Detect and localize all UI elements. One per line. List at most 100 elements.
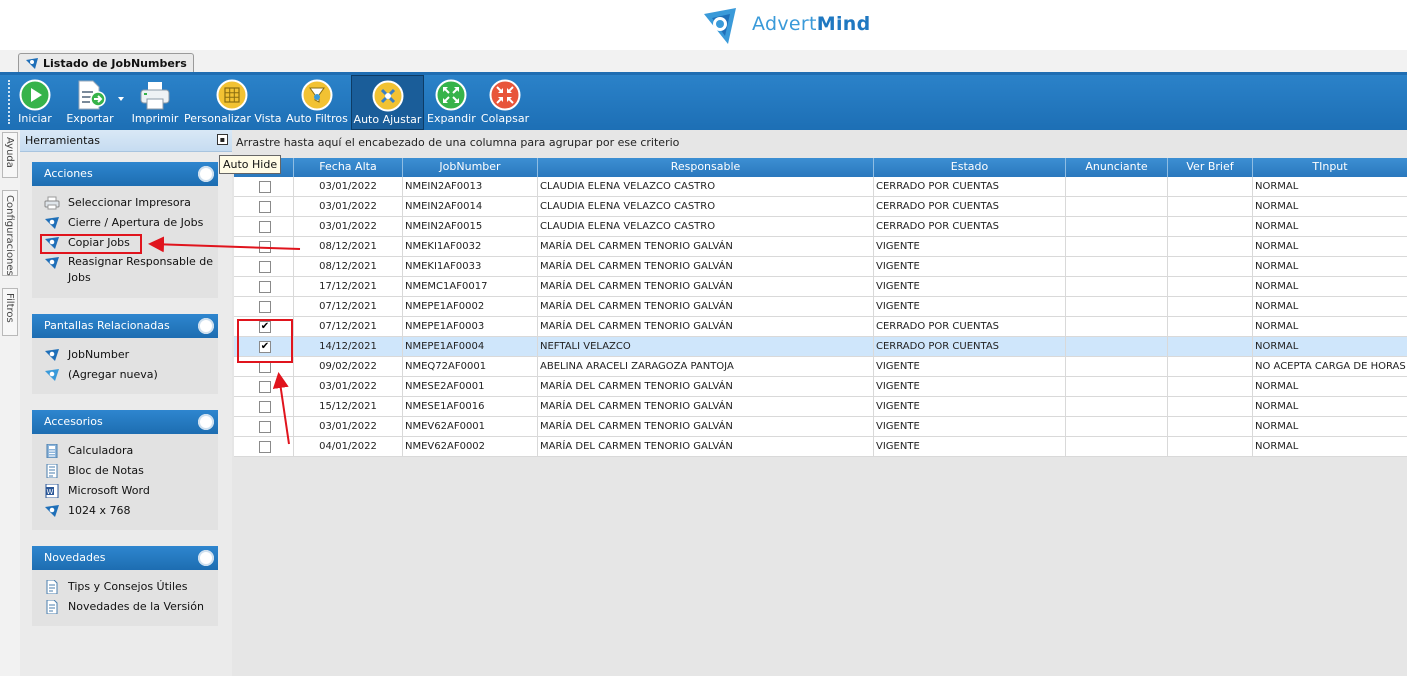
cell-resp: CLAUDIA ELENA VELAZCO CASTRO [538, 197, 874, 217]
table-row[interactable]: 04/01/2022 NMEV62AF0002 MARÍA DEL CARMEN T… [234, 437, 1407, 457]
panel-accesorios-title: Accesorios [44, 415, 103, 428]
table-row[interactable]: 03/01/2022 NMEIN2AF0013 CLAUDIA ELENA VELA… [234, 177, 1407, 197]
row-checkbox[interactable] [259, 241, 271, 253]
column-header-ver-brief[interactable]: Ver Brief [1168, 158, 1253, 177]
cell-job: NMEIN2AF0015 [403, 217, 538, 237]
row-checkbox[interactable] [259, 401, 271, 413]
table-row[interactable]: 09/02/2022 NMEQ72AF0001 ABELINA ARACELI ZA… [234, 357, 1407, 377]
group-by-drop-zone[interactable]: Arrastre hasta aquí el encabezado de una… [232, 130, 1407, 156]
collapse-panel-icon[interactable] [198, 414, 214, 430]
column-header-fecha-alta[interactable]: Fecha Alta [294, 158, 403, 177]
row-checkbox[interactable] [259, 421, 271, 433]
cell-empty [1168, 217, 1253, 237]
panel-accesorios-header[interactable]: Accesorios [32, 410, 218, 434]
collapse-panel-icon[interactable] [198, 318, 214, 334]
tab-listado-jobnumbers[interactable]: Listado de JobNumbers [18, 53, 194, 73]
cell-tinput: NORMAL [1255, 301, 1299, 312]
panel-novedades-header[interactable]: Novedades [32, 546, 218, 570]
action-reasignar-responsable[interactable]: Reasignar Responsable de Jobs [32, 253, 218, 288]
column-header-responsable[interactable]: Responsable [538, 158, 874, 177]
column-header-anunciante[interactable]: Anunciante [1066, 158, 1168, 177]
cell-resp: MARÍA DEL CARMEN TENORIO GALVÁN [538, 317, 874, 337]
select-cell [234, 437, 294, 457]
row-checkbox[interactable] [259, 441, 271, 453]
table-row[interactable]: 03/01/2022 NMEV62AF0001 MARÍA DEL CARMEN T… [234, 417, 1407, 437]
accessory-calculadora[interactable]: Calculadora [32, 441, 218, 461]
news-version[interactable]: Novedades de la Versión [32, 597, 218, 617]
cell-job: NMEPE1AF0003 [403, 317, 538, 337]
panel-pantallas-header[interactable]: Pantallas Relacionadas [32, 314, 218, 338]
screen-jobnumber[interactable]: JobNumber [32, 345, 218, 365]
table-row[interactable]: 08/12/2021 NMEKI1AF0033 MARÍA DEL CARMEN T… [234, 257, 1407, 277]
cell-empty [1168, 357, 1253, 377]
imprimir-label: Imprimir [131, 112, 179, 125]
table-row[interactable]: 03/01/2022 NMESE2AF0001 MARÍA DEL CARMEN T… [234, 377, 1407, 397]
column-header-estado[interactable]: Estado [874, 158, 1066, 177]
advertmind-logo [698, 4, 742, 48]
iniciar-button[interactable]: Iniciar [14, 75, 56, 130]
cell-empty [1066, 217, 1168, 237]
accessory-bloc-de-notas[interactable]: Bloc de Notas [32, 461, 218, 481]
exportar-label: Exportar [66, 112, 114, 125]
auto-filtros-button[interactable]: Auto Filtros [284, 75, 350, 130]
cell-empty [1066, 177, 1168, 197]
table-row[interactable]: 17/12/2021 NMEMC1AF0017 MARÍA DEL CARMEN T… [234, 277, 1407, 297]
svg-text:W: W [47, 488, 54, 496]
app-small-icon [44, 504, 60, 518]
cell-job: NMEV62AF0001 [403, 417, 538, 437]
select-cell [234, 397, 294, 417]
accessory-microsoft-word[interactable]: W Microsoft Word [32, 481, 218, 501]
accessory-resolution[interactable]: 1024 x 768 [32, 501, 218, 521]
panel-acciones-header[interactable]: Acciones [32, 162, 218, 186]
cell-estado: CERRADO POR CUENTAS [874, 337, 1066, 357]
imprimir-button[interactable]: Imprimir [130, 75, 180, 130]
cell-resp: MARÍA DEL CARMEN TENORIO GALVÁN [538, 277, 874, 297]
auto-fit-icon [372, 80, 404, 112]
action-cierre-apertura-jobs[interactable]: Cierre / Apertura de Jobs [32, 213, 218, 233]
column-header-jobnumber[interactable]: JobNumber [403, 158, 538, 177]
collapse-panel-icon[interactable] [198, 166, 214, 182]
table-row[interactable]: ✔ 14/12/2021 NMEPE1AF0004 NEFTALI VELAZCO CE… [234, 337, 1407, 357]
exportar-dropdown-arrow-icon[interactable] [118, 97, 124, 101]
pin-icon[interactable]: ▪ [217, 134, 228, 145]
auto-ajustar-button[interactable]: Auto Ajustar [351, 75, 424, 130]
personalizar-vista-button[interactable]: Personalizar Vista [184, 75, 281, 130]
action-seleccionar-impresora[interactable]: Seleccionar Impresora [32, 193, 218, 213]
news-tips[interactable]: Tips y Consejos Útiles [32, 577, 218, 597]
table-row[interactable]: 03/01/2022 NMEIN2AF0014 CLAUDIA ELENA VELA… [234, 197, 1407, 217]
table-row[interactable]: 15/12/2021 NMESE1AF0016 MARÍA DEL CARMEN T… [234, 397, 1407, 417]
row-checkbox[interactable] [259, 281, 271, 293]
cell-job: NMEPE1AF0002 [403, 297, 538, 317]
cell-job: NMEIN2AF0013 [403, 177, 538, 197]
cell-fecha: 03/01/2022 [294, 217, 403, 237]
row-checkbox[interactable] [259, 221, 271, 233]
toolbar-grip[interactable] [8, 80, 11, 124]
side-tab-filtros-label: Filtros [4, 293, 15, 323]
row-checkbox[interactable] [259, 181, 271, 193]
side-tab-ayuda[interactable]: Ayuda [2, 132, 18, 178]
row-checkbox[interactable] [259, 261, 271, 273]
expandir-button[interactable]: Expandir [427, 75, 476, 130]
side-tab-configuraciones[interactable]: Configuraciones [2, 190, 18, 276]
cell-fecha: 17/12/2021 [294, 277, 403, 297]
table-row[interactable]: 07/12/2021 NMEPE1AF0002 MARÍA DEL CARMEN T… [234, 297, 1407, 317]
select-cell [234, 177, 294, 197]
table-row[interactable]: 08/12/2021 NMEKI1AF0032 MARÍA DEL CARMEN T… [234, 237, 1407, 257]
screen-agregar-nueva[interactable]: (Agregar nueva) [32, 365, 218, 385]
cell-empty [1168, 237, 1253, 257]
colapsar-button[interactable]: Colapsar [479, 75, 531, 130]
row-checkbox[interactable] [259, 201, 271, 213]
calculator-icon [44, 444, 60, 458]
table-row[interactable]: ✔ 07/12/2021 NMEPE1AF0003 MARÍA DEL CARMEN … [234, 317, 1407, 337]
app-small-icon [44, 368, 60, 382]
cell-fecha: 03/01/2022 [294, 197, 403, 217]
column-header-tinput[interactable]: TInput [1253, 158, 1407, 177]
exportar-button[interactable]: Exportar [62, 75, 118, 130]
cell-resp: CLAUDIA ELENA VELAZCO CASTRO [538, 177, 874, 197]
row-checkbox[interactable] [259, 301, 271, 313]
row-checkbox[interactable] [259, 381, 271, 393]
table-row[interactable]: 03/01/2022 NMEIN2AF0015 CLAUDIA ELENA VELA… [234, 217, 1407, 237]
collapse-panel-icon[interactable] [198, 550, 214, 566]
panel-acciones: Acciones Seleccionar Impresora Cierre / … [32, 162, 218, 298]
side-tab-filtros[interactable]: Filtros [2, 288, 18, 336]
